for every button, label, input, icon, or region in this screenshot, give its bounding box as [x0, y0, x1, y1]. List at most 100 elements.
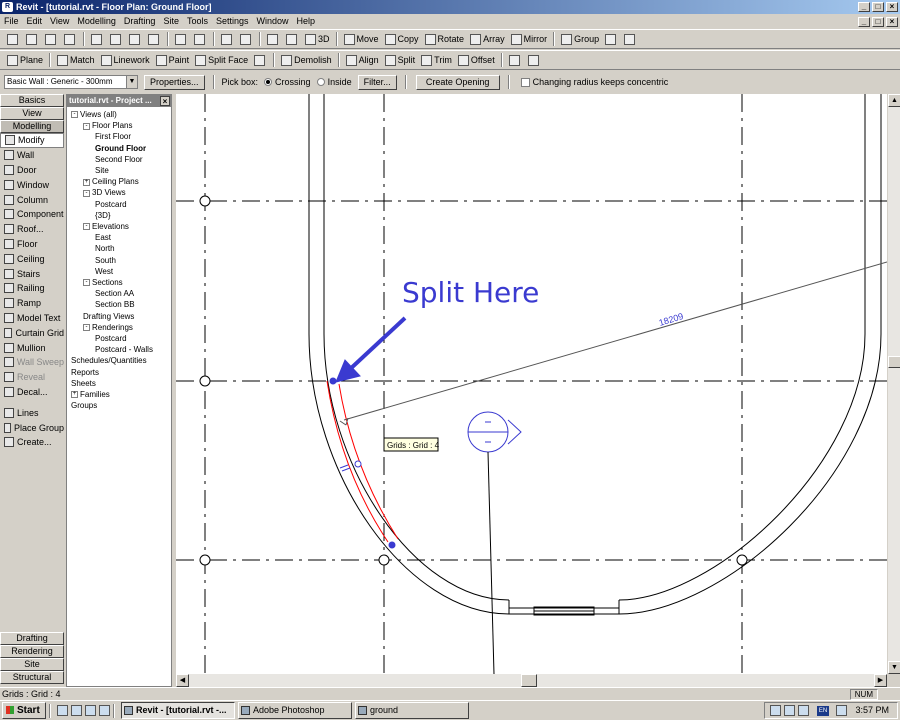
task-revit[interactable]: Revit - [tutorial.rvt -... [121, 702, 235, 719]
tree-node[interactable]: Section BB [95, 299, 135, 310]
drawing-canvas[interactable]: 18209 Split Here Grids : Grid : 4 [176, 94, 888, 675]
scroll-down-icon[interactable]: ▼ [888, 661, 900, 674]
tool-floor[interactable]: Floor [0, 237, 64, 252]
split-button[interactable]: Split [382, 52, 419, 68]
tree-node[interactable]: First Floor [95, 131, 131, 142]
menu-tools[interactable]: Tools [183, 14, 212, 29]
collapse-icon[interactable]: - [83, 189, 90, 197]
move-button[interactable]: Move [341, 31, 382, 47]
tree-node[interactable]: North [95, 243, 115, 254]
tool-create[interactable]: Create... [0, 435, 64, 450]
delete-button[interactable] [145, 31, 164, 47]
tree-node[interactable]: Postcard - Walls [95, 344, 153, 355]
tab-basics[interactable]: Basics [0, 94, 64, 107]
inside-radio[interactable] [316, 78, 325, 86]
quick-launch-desktop-icon[interactable] [85, 705, 96, 716]
paint-button[interactable]: Paint [153, 52, 193, 68]
vertical-scrollbar[interactable]: ▲ ▼ [887, 94, 900, 674]
tree-node[interactable]: + Ceiling Plans [83, 176, 139, 187]
tree-node[interactable]: + Families [71, 389, 110, 400]
tree-node[interactable]: -3D Views [83, 187, 126, 198]
view-3d-button[interactable]: 3D [302, 31, 333, 47]
tray-network-icon[interactable] [784, 705, 795, 716]
new-button[interactable] [4, 31, 23, 47]
quick-launch-outlook-icon[interactable] [71, 705, 82, 716]
type-selector[interactable]: Basic Wall : Generic - 300mm ▼ [4, 75, 138, 89]
horizontal-scrollbar[interactable]: ◀ ▶ [176, 674, 887, 687]
tree-node[interactable]: Ground Floor [95, 143, 146, 154]
close-button[interactable]: × [886, 2, 898, 12]
copy-clipboard-button[interactable] [107, 31, 126, 47]
scroll-thumb[interactable] [888, 356, 900, 368]
collapse-icon[interactable]: - [83, 122, 90, 130]
mirror-button[interactable]: Mirror [508, 31, 551, 47]
tree-node[interactable]: - Sections [83, 277, 123, 288]
pin-button[interactable] [506, 52, 525, 68]
menu-help[interactable]: Help [293, 14, 320, 29]
doc-minimize-button[interactable]: _ [858, 17, 870, 27]
array-button[interactable]: Array [467, 31, 508, 47]
tree-node[interactable]: South [95, 255, 116, 266]
tool-wall[interactable]: Wall [0, 148, 64, 163]
zoom-button[interactable] [283, 31, 302, 47]
tool-decal[interactable]: Decal... [0, 385, 64, 400]
tree-node[interactable]: {3D} [95, 210, 111, 221]
match-button[interactable]: Match [54, 52, 98, 68]
quick-launch-ie-icon[interactable] [57, 705, 68, 716]
tool-window[interactable]: Window [0, 177, 64, 192]
tree-node[interactable]: Section AA [95, 288, 134, 299]
tree-node[interactable]: East [95, 232, 111, 243]
flip-control-icon[interactable] [339, 464, 351, 472]
tree-node[interactable]: - Elevations [83, 221, 129, 232]
tab-drafting[interactable]: Drafting [0, 632, 64, 645]
unpin-button[interactable] [525, 52, 544, 68]
align-button[interactable]: Align [343, 52, 382, 68]
collapse-icon[interactable]: - [71, 111, 78, 119]
create-opening-button[interactable]: Create Opening [415, 74, 500, 90]
tool-door[interactable]: Door [0, 163, 64, 178]
demolish-button[interactable]: Demolish [278, 52, 335, 68]
offset-button[interactable]: Offset [455, 52, 498, 68]
tool-stairs[interactable]: Stairs [0, 266, 64, 281]
save-button[interactable] [42, 31, 61, 47]
doc-close-button[interactable]: × [886, 17, 898, 27]
tool-roof[interactable]: Roof... [0, 222, 64, 237]
menu-file[interactable]: File [0, 14, 23, 29]
tool-model-text[interactable]: Model Text [0, 311, 64, 326]
tool-ramp[interactable]: Ramp [0, 296, 64, 311]
tray-volume-icon[interactable] [798, 705, 809, 716]
end-point-handle[interactable] [388, 541, 396, 549]
group-button[interactable]: Group [558, 31, 602, 47]
menu-settings[interactable]: Settings [212, 14, 253, 29]
tool-modify[interactable]: Modify [0, 133, 64, 148]
tab-view[interactable]: View [0, 107, 64, 120]
tab-site[interactable]: Site [0, 658, 64, 671]
scroll-right-icon[interactable]: ▶ [874, 674, 887, 687]
tree-node[interactable]: Second Floor [95, 154, 143, 165]
open-button[interactable] [23, 31, 42, 47]
tree-node[interactable]: Sheets [71, 378, 96, 389]
tree-node[interactable]: Postcard [95, 199, 127, 210]
split-face-button[interactable]: Split Face [192, 52, 251, 68]
menu-site[interactable]: Site [159, 14, 183, 29]
tool-reveal[interactable]: Reveal [0, 370, 64, 385]
tree-node[interactable]: Groups [71, 400, 97, 411]
tool-column[interactable]: Column [0, 192, 64, 207]
wall-inner-left[interactable] [323, 94, 510, 601]
trim-button[interactable]: Trim [418, 52, 455, 68]
cut-button[interactable] [88, 31, 107, 47]
tool-component[interactable]: Component [0, 207, 64, 222]
start-button[interactable]: Start [2, 702, 46, 719]
undo-button[interactable] [172, 31, 191, 47]
collapse-icon[interactable]: - [83, 279, 90, 287]
collapse-icon[interactable]: - [83, 324, 90, 332]
midpoint-handle[interactable] [354, 460, 362, 468]
tree-node[interactable]: Schedules/Quantities [71, 355, 147, 366]
menu-drafting[interactable]: Drafting [120, 14, 160, 29]
tree-node[interactable]: - Views (all) [71, 109, 117, 120]
wall-outer-right[interactable] [618, 94, 882, 615]
menu-view[interactable]: View [46, 14, 73, 29]
scroll-left-icon[interactable]: ◀ [176, 674, 189, 687]
scroll-thumb[interactable] [521, 674, 537, 687]
menu-modelling[interactable]: Modelling [73, 14, 120, 29]
